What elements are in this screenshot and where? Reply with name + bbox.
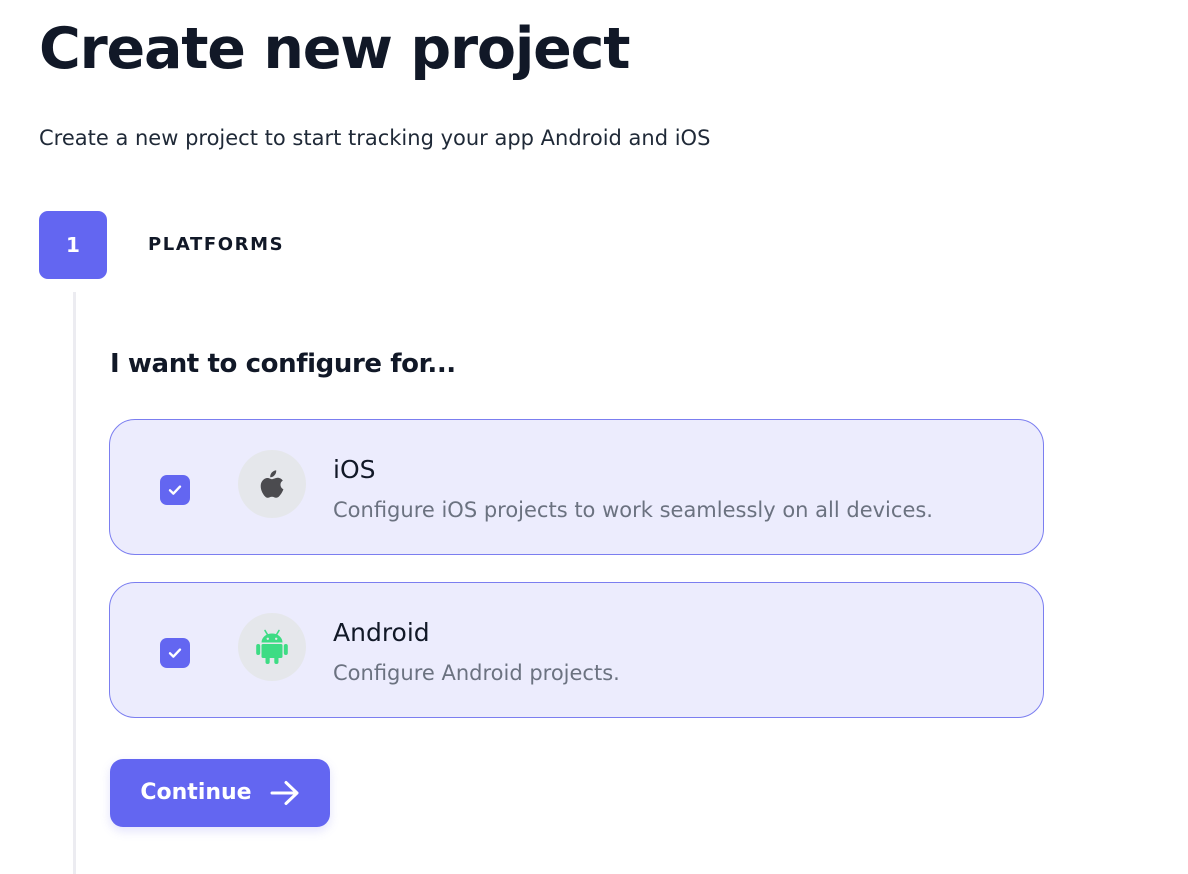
page-title: Create new project: [39, 16, 630, 82]
android-option-card[interactable]: Android Configure Android projects.: [109, 582, 1044, 718]
create-project-page: Create new project Create a new project …: [0, 0, 1188, 874]
ios-option-title: iOS: [333, 455, 376, 484]
apple-icon: [260, 470, 284, 498]
android-icon-container: [238, 613, 306, 681]
continue-button[interactable]: Continue: [110, 759, 330, 827]
android-option-description: Configure Android projects.: [333, 661, 620, 685]
android-icon: [256, 629, 288, 664]
ios-icon-container: [238, 450, 306, 518]
ios-checkbox[interactable]: [160, 475, 190, 505]
section-heading: I want to configure for...: [110, 349, 456, 379]
step-number: 1: [66, 233, 80, 257]
ios-option-description: Configure iOS projects to work seamlessl…: [333, 498, 933, 522]
page-subtitle: Create a new project to start tracking y…: [39, 126, 711, 150]
step-label: PLATFORMS: [148, 234, 285, 255]
android-checkbox[interactable]: [160, 638, 190, 668]
checkmark-icon: [168, 648, 182, 658]
step-connector-line: [73, 292, 76, 874]
arrow-right-icon: [270, 780, 300, 806]
continue-label: Continue: [140, 780, 252, 805]
android-option-title: Android: [333, 618, 430, 647]
step-number-badge: 1: [39, 211, 107, 279]
checkmark-icon: [168, 485, 182, 495]
ios-option-card[interactable]: iOS Configure iOS projects to work seaml…: [109, 419, 1044, 555]
